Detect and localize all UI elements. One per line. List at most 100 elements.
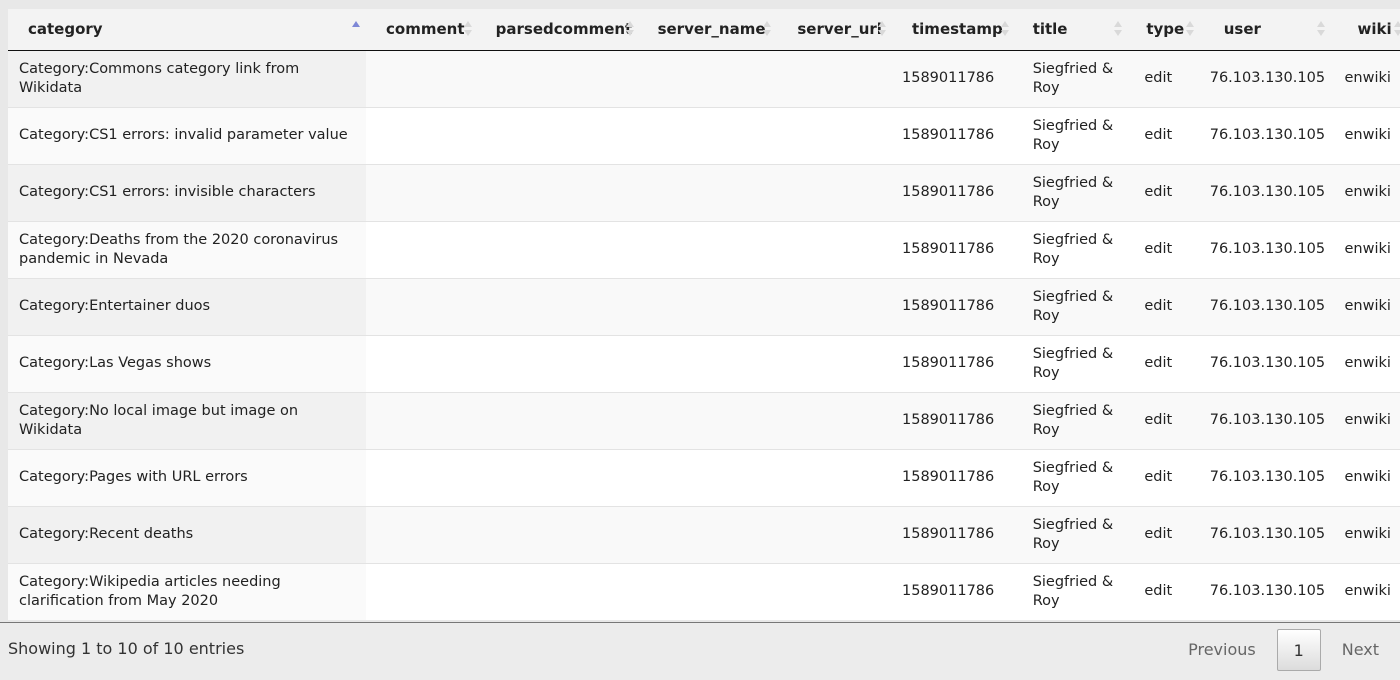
cell-type: edit bbox=[1128, 562, 1200, 620]
column-header-label: title bbox=[1032, 20, 1068, 39]
cell-wiki: enwiki bbox=[1331, 391, 1400, 449]
sort-ascending-icon bbox=[352, 21, 361, 37]
table-row: Category:Wikipedia articles needing clar… bbox=[8, 562, 1400, 620]
cell-timestamp: 1589011786 bbox=[892, 163, 1015, 221]
table-row: Category:CS1 errors: invisible character… bbox=[8, 163, 1400, 221]
cell-category: Category:CS1 errors: invalid parameter v… bbox=[8, 106, 367, 164]
cell-title: Siegfried & Roy bbox=[1014, 163, 1129, 221]
sort-unsorted-icon bbox=[1185, 21, 1194, 37]
cell-server-name bbox=[639, 277, 778, 335]
cell-comment bbox=[366, 163, 478, 221]
pagination: Previous 1 Next bbox=[1167, 627, 1400, 673]
cell-type: edit bbox=[1128, 448, 1200, 506]
cell-type: edit bbox=[1128, 391, 1200, 449]
data-table-wrapper: category comment parsedcomment server_na… bbox=[8, 9, 1400, 620]
cell-category: Category:Las Vegas shows bbox=[8, 334, 367, 392]
cell-server-url bbox=[777, 562, 892, 620]
cell-title: Siegfried & Roy bbox=[1014, 391, 1129, 449]
cell-category: Category:Wikipedia articles needing clar… bbox=[8, 562, 367, 620]
cell-title: Siegfried & Roy bbox=[1014, 220, 1129, 278]
column-header-label: server_url bbox=[797, 20, 882, 39]
cell-wiki: enwiki bbox=[1331, 220, 1400, 278]
cell-server-name bbox=[639, 163, 778, 221]
cell-category: Category:CS1 errors: invisible character… bbox=[8, 163, 367, 221]
cell-parsedcomment bbox=[477, 562, 640, 620]
table-row: Category:No local image but image on Wik… bbox=[8, 391, 1400, 449]
cell-server-name bbox=[639, 562, 778, 620]
sort-unsorted-icon bbox=[763, 21, 772, 37]
cell-comment bbox=[366, 448, 478, 506]
cell-wiki: enwiki bbox=[1331, 448, 1400, 506]
cell-user: 76.103.130.105 bbox=[1199, 562, 1332, 620]
cell-server-name bbox=[639, 391, 778, 449]
cell-comment bbox=[366, 106, 478, 164]
table-row: Category:Pages with URL errors 1589011786… bbox=[8, 448, 1400, 506]
cell-type: edit bbox=[1128, 220, 1200, 278]
cell-timestamp: 1589011786 bbox=[892, 334, 1015, 392]
cell-timestamp: 1589011786 bbox=[892, 106, 1015, 164]
table-footer: Showing 1 to 10 of 10 entries Previous 1… bbox=[0, 622, 1400, 680]
sort-unsorted-icon bbox=[878, 21, 886, 37]
column-header-timestamp[interactable]: timestamp bbox=[892, 9, 1015, 51]
cell-server-name bbox=[639, 448, 778, 506]
column-header-label: type bbox=[1146, 20, 1185, 39]
cell-parsedcomment bbox=[477, 106, 640, 164]
cell-category: Category:Recent deaths bbox=[8, 505, 367, 563]
table-body: Category:Commons category link from Wiki… bbox=[8, 49, 1400, 620]
cell-parsedcomment bbox=[477, 163, 640, 221]
cell-category: Category:No local image but image on Wik… bbox=[8, 391, 367, 449]
cell-category: Category:Deaths from the 2020 coronaviru… bbox=[8, 220, 367, 278]
table-row: Category:Commons category link from Wiki… bbox=[8, 49, 1400, 107]
sort-unsorted-icon bbox=[463, 21, 472, 37]
next-button[interactable]: Next bbox=[1321, 628, 1400, 672]
cell-timestamp: 1589011786 bbox=[892, 220, 1015, 278]
cell-server-url bbox=[777, 505, 892, 563]
sort-unsorted-icon bbox=[1114, 21, 1123, 37]
cell-server-url bbox=[777, 448, 892, 506]
sort-unsorted-icon bbox=[1000, 21, 1009, 37]
cell-wiki: enwiki bbox=[1331, 562, 1400, 620]
previous-button[interactable]: Previous bbox=[1167, 628, 1277, 672]
sort-unsorted-icon bbox=[1317, 21, 1326, 37]
column-header-title[interactable]: title bbox=[1014, 9, 1129, 51]
cell-server-name bbox=[639, 49, 778, 107]
cell-wiki: enwiki bbox=[1331, 163, 1400, 221]
cell-title: Siegfried & Roy bbox=[1014, 448, 1129, 506]
column-header-type[interactable]: type bbox=[1128, 9, 1200, 51]
column-header-server-url[interactable]: server_url bbox=[777, 9, 892, 51]
column-header-comment[interactable]: comment bbox=[366, 9, 478, 51]
cell-user: 76.103.130.105 bbox=[1199, 106, 1332, 164]
cell-timestamp: 1589011786 bbox=[892, 448, 1015, 506]
cell-comment bbox=[366, 49, 478, 107]
column-header-wiki[interactable]: wiki bbox=[1331, 9, 1400, 51]
cell-type: edit bbox=[1128, 49, 1200, 107]
cell-wiki: enwiki bbox=[1331, 106, 1400, 164]
cell-wiki: enwiki bbox=[1331, 505, 1400, 563]
column-header-label: parsedcomment bbox=[495, 20, 633, 39]
column-header-label: timestamp bbox=[912, 20, 1003, 39]
data-table: category comment parsedcomment server_na… bbox=[8, 9, 1400, 620]
cell-title: Siegfried & Roy bbox=[1014, 334, 1129, 392]
column-header-category[interactable]: category bbox=[8, 9, 367, 51]
cell-server-url bbox=[777, 163, 892, 221]
cell-parsedcomment bbox=[477, 505, 640, 563]
cell-user: 76.103.130.105 bbox=[1199, 334, 1332, 392]
page-1-button[interactable]: 1 bbox=[1276, 629, 1321, 671]
cell-server-url bbox=[777, 334, 892, 392]
cell-title: Siegfried & Roy bbox=[1014, 505, 1129, 563]
cell-parsedcomment bbox=[477, 49, 640, 107]
column-header-user[interactable]: user bbox=[1199, 9, 1332, 51]
cell-parsedcomment bbox=[477, 391, 640, 449]
cell-server-name bbox=[639, 106, 778, 164]
column-header-server-name[interactable]: server_name bbox=[639, 9, 778, 51]
cell-user: 76.103.130.105 bbox=[1199, 391, 1332, 449]
cell-server-url bbox=[777, 277, 892, 335]
cell-title: Siegfried & Roy bbox=[1014, 562, 1129, 620]
cell-category: Category:Pages with URL errors bbox=[8, 448, 367, 506]
column-header-parsedcomment[interactable]: parsedcomment bbox=[477, 9, 640, 51]
cell-title: Siegfried & Roy bbox=[1014, 277, 1129, 335]
column-header-label: server_name bbox=[657, 20, 766, 39]
cell-type: edit bbox=[1128, 106, 1200, 164]
cell-comment bbox=[366, 220, 478, 278]
cell-type: edit bbox=[1128, 163, 1200, 221]
